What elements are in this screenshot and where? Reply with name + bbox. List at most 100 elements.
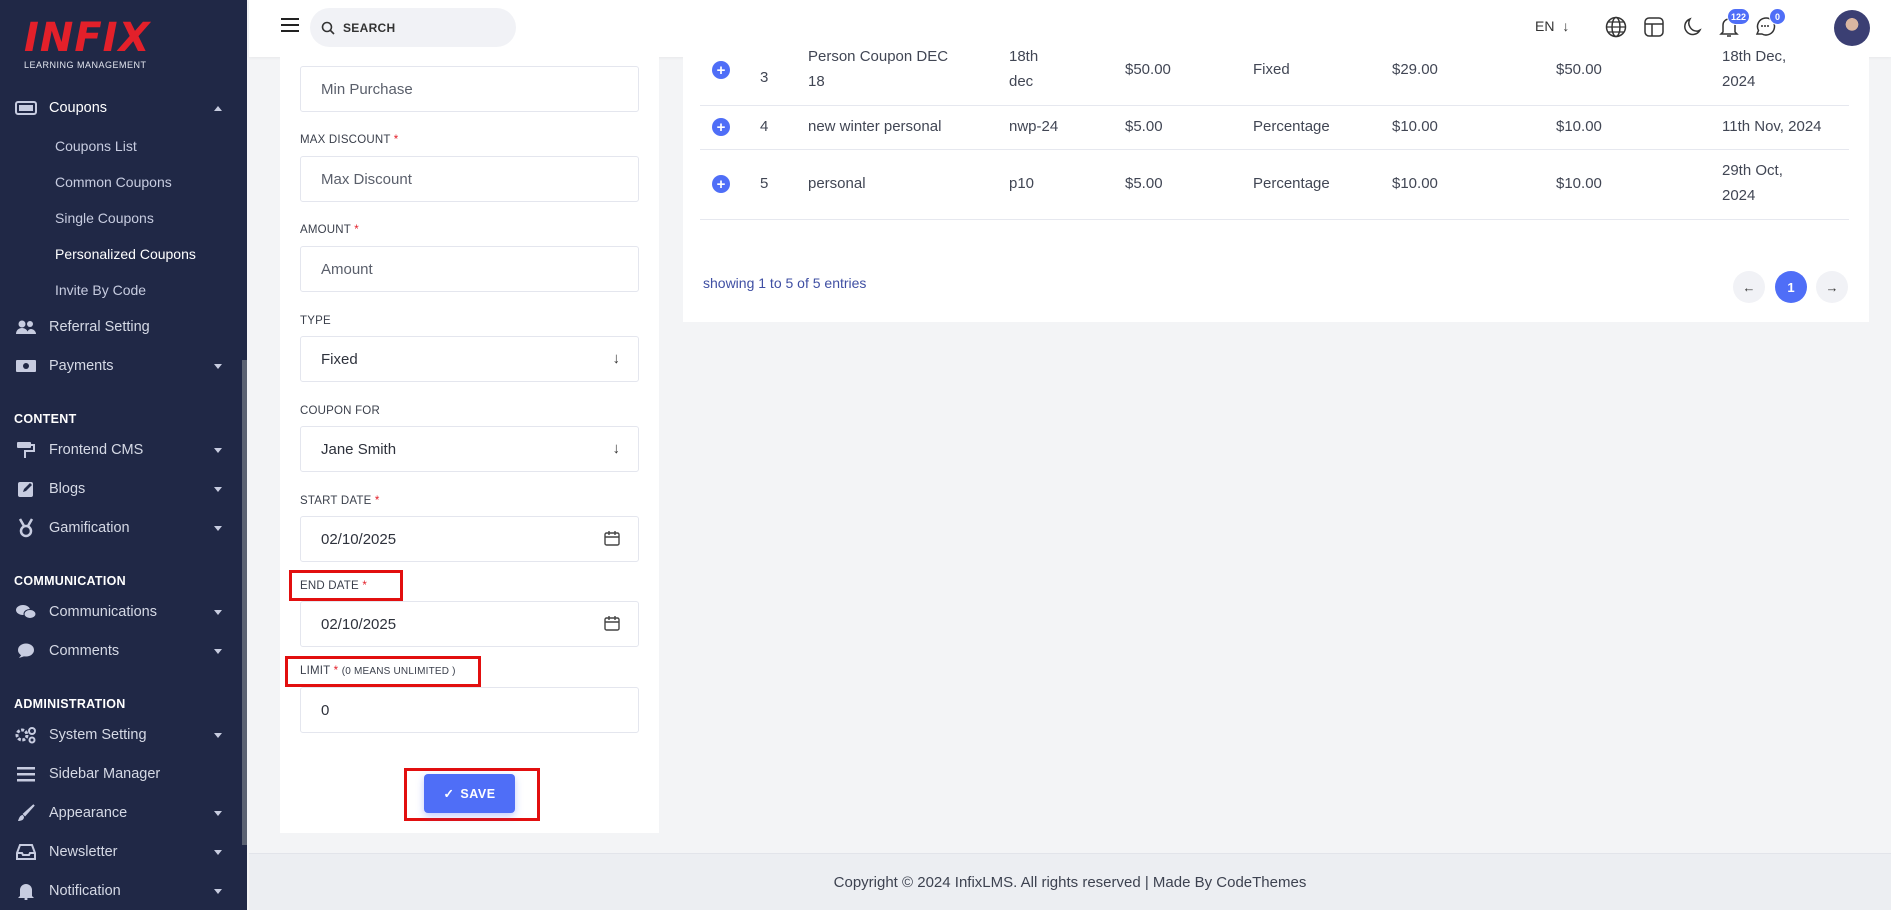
- max-discount-input[interactable]: Max Discount: [300, 156, 639, 202]
- money-icon: [14, 357, 38, 375]
- globe-icon[interactable]: [1603, 14, 1629, 40]
- sidebar-item-label: Appearance: [49, 805, 128, 821]
- sidebar-item-referral-setting[interactable]: Referral Setting: [0, 310, 242, 344]
- sidebar-item-newsletter[interactable]: Newsletter: [0, 835, 242, 869]
- sidebar-item-appearance[interactable]: Appearance: [0, 796, 242, 830]
- arrow-down-icon: ↓: [612, 440, 621, 457]
- type-select[interactable]: Fixed ↓: [300, 336, 639, 382]
- search-placeholder: SEARCH: [343, 20, 396, 35]
- sidebar-item-gamification[interactable]: Gamification: [0, 511, 242, 545]
- arrow-down-icon: ↓: [612, 350, 621, 367]
- cell-title: new winter personal: [808, 118, 942, 135]
- section-heading-administration: ADMINISTRATION: [14, 697, 126, 711]
- cell-expiry: 11th Nov, 2024: [1722, 118, 1822, 135]
- cell-type: Percentage: [1253, 175, 1330, 192]
- chevron-down-icon: [214, 610, 222, 615]
- notification-bell-icon[interactable]: 122: [1716, 8, 1750, 40]
- language-selector[interactable]: EN ↓: [1535, 18, 1569, 34]
- logo[interactable]: INFIX LEARNING MANAGEMENT: [24, 18, 150, 70]
- cell-expiry: 18th Dec, 2024: [1722, 48, 1787, 90]
- start-date-label: START DATE *: [300, 495, 380, 507]
- check-icon: ✓: [443, 787, 455, 801]
- sidebar-item-payments[interactable]: Payments: [0, 349, 242, 383]
- end-date-input[interactable]: 02/10/2025: [300, 601, 639, 647]
- search-input[interactable]: SEARCH: [310, 8, 516, 47]
- coupon-for-label: COUPON FOR: [300, 405, 380, 417]
- table-info: showing 1 to 5 of 5 entries: [703, 275, 867, 291]
- min-purchase-input[interactable]: Min Purchase: [300, 66, 639, 112]
- calendar-icon[interactable]: [604, 615, 620, 635]
- section-heading-content: CONTENT: [14, 412, 77, 426]
- avatar[interactable]: [1834, 10, 1870, 46]
- max-discount-label: MAX DISCOUNT *: [300, 134, 399, 146]
- dark-mode-moon-icon[interactable]: [1680, 14, 1706, 40]
- arrow-left-icon: ←: [1742, 279, 1756, 295]
- sidebar-item-frontend-cms[interactable]: Frontend CMS: [0, 433, 242, 467]
- messages-icon[interactable]: 0: [1752, 8, 1786, 40]
- chevron-down-icon: [214, 811, 222, 816]
- edit-icon: [14, 480, 38, 498]
- sidebar-subitem-personalized-coupons[interactable]: Personalized Coupons: [55, 246, 196, 262]
- cell-max-discount: $29.00: [1392, 61, 1438, 78]
- sidebar-subitem-invite-by-code[interactable]: Invite By Code: [55, 282, 146, 298]
- bell-icon: [14, 882, 38, 900]
- row-divider: [700, 149, 1849, 150]
- amount-label: AMOUNT *: [300, 224, 359, 236]
- sidebar-item-coupons[interactable]: Coupons: [0, 91, 242, 125]
- section-heading-communication: COMMUNICATION: [14, 574, 126, 588]
- end-date-label: END DATE *: [300, 580, 367, 592]
- sidebar-item-comments[interactable]: Comments: [0, 634, 242, 668]
- sidebar-item-notification[interactable]: Notification: [0, 874, 242, 908]
- inbox-icon: [14, 843, 38, 861]
- pagination-page-button[interactable]: 1: [1775, 271, 1807, 303]
- limit-value: 0: [321, 701, 330, 719]
- save-button[interactable]: ✓ SAVE: [424, 774, 515, 813]
- row-divider: [700, 105, 1849, 106]
- top-bar: SEARCH EN ↓ 122 0: [249, 0, 1891, 57]
- language-label: EN: [1535, 18, 1555, 34]
- copyright-text: Copyright © 2024 InfixLMS. All rights re…: [833, 873, 1307, 891]
- sidebar-item-system-setting[interactable]: System Setting: [0, 718, 242, 752]
- coupon-for-select[interactable]: Jane Smith ↓: [300, 426, 639, 472]
- chevron-down-icon: [214, 733, 222, 738]
- start-date-input[interactable]: 02/10/2025: [300, 516, 639, 562]
- logo-tagline: LEARNING MANAGEMENT: [24, 60, 147, 70]
- pagination-next-button[interactable]: →: [1816, 271, 1848, 303]
- sidebar-item-label: Gamification: [49, 520, 130, 536]
- sidebar-subitem-common-coupons[interactable]: Common Coupons: [55, 174, 172, 190]
- cell-max-discount: $10.00: [1392, 118, 1438, 135]
- type-value: Fixed: [321, 350, 358, 368]
- sidebar-item-label: System Setting: [49, 727, 147, 743]
- gears-icon: [14, 726, 38, 744]
- sidebar-item-blogs[interactable]: Blogs: [0, 472, 242, 506]
- calendar-icon[interactable]: [604, 530, 620, 550]
- sidebar-item-label: Coupons: [49, 100, 108, 116]
- pagination-prev-button[interactable]: ←: [1733, 271, 1765, 303]
- cell-expiry: 29th Oct, 2024: [1722, 162, 1783, 204]
- cell-amount: $10.00: [1556, 175, 1602, 192]
- save-label: SAVE: [460, 786, 496, 801]
- chevron-down-icon: [214, 448, 222, 453]
- end-date-value: 02/10/2025: [321, 615, 397, 633]
- cell-amount: $50.00: [1556, 61, 1602, 78]
- layout-icon[interactable]: [1641, 14, 1667, 40]
- sidebar-scrollbar[interactable]: [242, 360, 247, 845]
- row-divider: [700, 219, 1849, 220]
- cell-sl: 3: [760, 69, 769, 86]
- sidebar-item-label: Newsletter: [49, 844, 118, 860]
- amount-input[interactable]: Amount: [300, 246, 639, 292]
- max-discount-placeholder: Max Discount: [321, 170, 412, 188]
- sidebar-item-label: Payments: [49, 358, 114, 374]
- limit-input[interactable]: 0: [300, 687, 639, 733]
- chevron-down-icon: [214, 526, 222, 531]
- sidebar-subitem-single-coupons[interactable]: Single Coupons: [55, 210, 154, 226]
- hamburger-menu-icon[interactable]: [281, 18, 299, 32]
- sidebar-item-sidebar-manager[interactable]: Sidebar Manager: [0, 757, 242, 791]
- sidebar-subitem-coupons-list[interactable]: Coupons List: [55, 138, 137, 154]
- cell-code: p10: [1009, 175, 1035, 192]
- sidebar-item-label: Referral Setting: [49, 319, 150, 335]
- cell-min: $5.00: [1125, 175, 1163, 192]
- brush-icon: [14, 804, 38, 822]
- min-purchase-placeholder: Min Purchase: [321, 80, 413, 98]
- sidebar-item-communications[interactable]: Communications: [0, 595, 242, 629]
